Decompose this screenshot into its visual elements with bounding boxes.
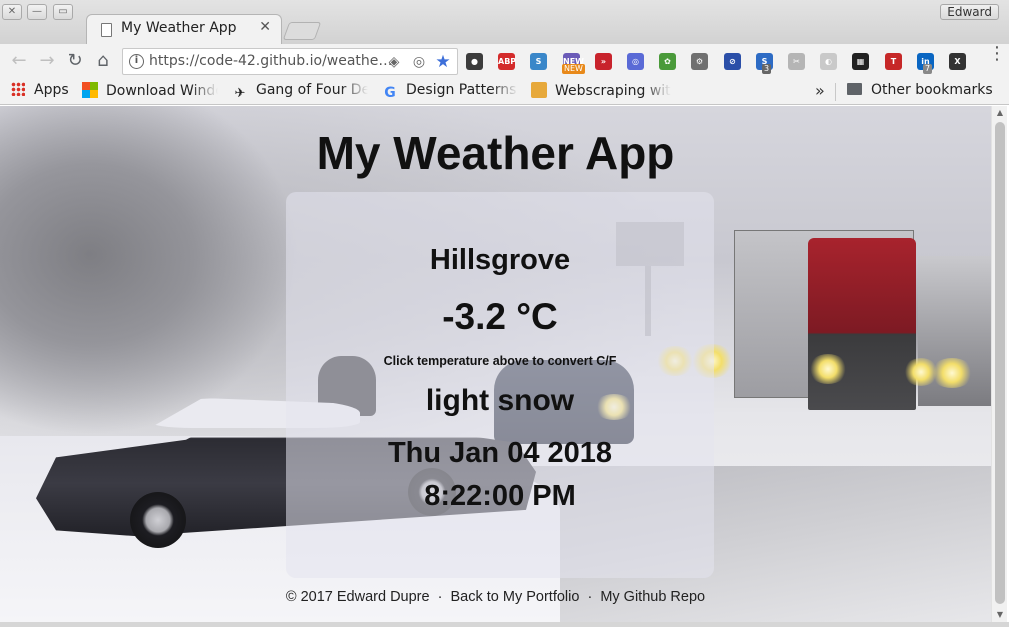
portfolio-link[interactable]: Back to My Portfolio (450, 589, 579, 605)
extension-s-icon[interactable]: S (530, 53, 547, 70)
forward-arrow-icon[interactable]: → (36, 50, 58, 72)
bookmark-label: Webscraping wit (555, 83, 671, 99)
gang-of-four-icon: ✈ (234, 86, 246, 101)
location-target-icon[interactable]: ◎ (410, 53, 428, 71)
extension-badge-count: 3 (762, 64, 772, 74)
bookmark-label: Download Windo (106, 83, 218, 99)
bookmarks-bar: Apps Download Windo ✈ Gang of Four De G De… (0, 78, 1009, 105)
github-repo-link[interactable]: My Github Repo (600, 589, 705, 605)
copyright-text: © 2017 Edward Dupre (285, 589, 430, 605)
bookmark-other-bookmarks[interactable]: Other bookmarks (847, 82, 993, 102)
apps-grid-icon (11, 82, 25, 96)
extension-block-icon[interactable]: ⊘ (724, 53, 741, 70)
bookmark-design-patterns[interactable]: G Design Patterns (382, 82, 518, 102)
scrollbar-thumb[interactable] (995, 122, 1005, 604)
car-wheel (130, 492, 186, 548)
profile-button[interactable]: Edward (940, 4, 999, 20)
vertical-scrollbar[interactable]: ▲ ▼ (991, 106, 1007, 622)
browser-toolbar: ← → ↻ ⌂ i https://code-42.github.io/weat… (0, 44, 1009, 78)
truck-cab (808, 238, 916, 410)
close-window-button[interactable]: ✕ (2, 4, 22, 20)
tab-close-icon[interactable]: ✕ (259, 19, 271, 35)
extension-grid-icon[interactable]: ▦ (852, 53, 869, 70)
extension-omnibox-icon[interactable]: ◈ (385, 53, 403, 71)
bookmarks-overflow-chevron-icon[interactable]: » (815, 81, 825, 100)
bookmark-star-icon[interactable]: ★ (434, 53, 452, 71)
current-time: 8:22:00 PM (424, 480, 576, 512)
footer: © 2017 Edward Dupre · Back to My Portfol… (0, 589, 991, 605)
bookmark-label: Apps (34, 82, 69, 98)
url-text[interactable]: https://code-42.github.io/weathe… (149, 53, 392, 69)
new-badge: NEW (562, 64, 585, 74)
footer-separator: · (587, 589, 593, 605)
info-icon[interactable]: i (129, 54, 144, 69)
truck-headlight (930, 358, 974, 388)
maximize-window-button[interactable]: ▭ (53, 4, 73, 20)
windows-logo-icon (82, 82, 98, 98)
extension-badge-count: 7 (923, 64, 933, 74)
extension-gear-icon[interactable]: ⚙ (691, 53, 708, 70)
city-name: Hillsgrove (429, 244, 571, 276)
back-arrow-icon[interactable]: ← (8, 50, 30, 72)
bookmarks-divider (835, 83, 836, 101)
weather-card: Hillsgrove -3.2 °C Click temperature abo… (286, 192, 714, 578)
bookmark-label: Design Patterns (406, 82, 517, 98)
minimize-window-button[interactable]: — (27, 4, 47, 20)
app-title: My Weather App (316, 127, 675, 179)
adblock-plus-icon[interactable]: ABP (498, 53, 516, 70)
reload-icon[interactable]: ↻ (64, 50, 86, 72)
bookmark-webscraping[interactable]: Webscraping wit (531, 82, 671, 102)
temperature-toggle[interactable]: -3.2 °C (286, 296, 714, 338)
browser-menu-icon[interactable]: ⋮ (988, 45, 1006, 71)
bookmark-download-windows[interactable]: Download Windo (82, 82, 218, 102)
home-icon[interactable]: ⌂ (92, 50, 114, 72)
address-bar[interactable]: i https://code-42.github.io/weathe… ◈ ◎ … (122, 48, 458, 75)
extension-t-icon[interactable]: T (885, 53, 902, 70)
scroll-up-arrow-icon[interactable]: ▲ (992, 106, 1008, 120)
extension-x-icon[interactable]: X (949, 53, 966, 70)
extension-red-forward-icon[interactable]: » (595, 53, 612, 70)
extension-dark-icon[interactable]: ● (466, 53, 483, 70)
page-icon (101, 23, 112, 37)
folder-icon (847, 83, 862, 95)
current-date: Thu Jan 04 2018 (387, 437, 613, 469)
window-bottom-edge (0, 622, 1009, 627)
extension-grey-icon[interactable]: ◐ (820, 53, 837, 70)
bookmark-gang-of-four[interactable]: ✈ Gang of Four De (232, 82, 368, 102)
google-icon: G (384, 85, 396, 101)
convert-hint: Click temperature above to convert C/F (383, 354, 617, 368)
extension-blue-circle-icon[interactable]: ◎ (627, 53, 644, 70)
webscraping-icon (531, 82, 547, 98)
page-viewport: My Weather App Hillsgrove -3.2 °C Click … (0, 106, 991, 622)
title-bar: ✕ — ▭ My Weather App ✕ Edward (0, 0, 1009, 45)
extension-colorwheel-icon[interactable]: ✿ (659, 53, 676, 70)
scissors-icon[interactable]: ✂ (788, 53, 805, 70)
new-tab-button[interactable] (282, 22, 322, 40)
scroll-down-arrow-icon[interactable]: ▼ (992, 608, 1008, 622)
weather-condition: light snow (425, 384, 575, 417)
truck-headlight (808, 354, 848, 384)
bookmark-label: Other bookmarks (871, 82, 993, 98)
footer-separator: · (437, 589, 443, 605)
bookmark-label: Gang of Four De (256, 82, 368, 98)
tab-title: My Weather App (121, 20, 237, 36)
bookmark-apps[interactable]: Apps (11, 82, 69, 102)
tab-my-weather-app[interactable]: My Weather App ✕ (86, 14, 282, 45)
